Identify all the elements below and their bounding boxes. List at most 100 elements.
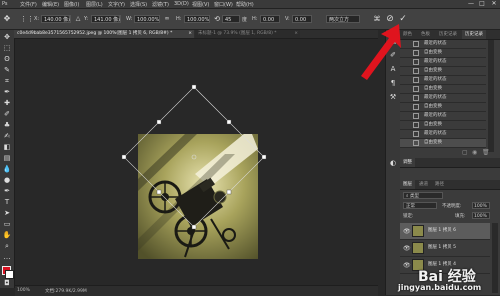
y-input[interactable]: 141.00 像素 [91,15,121,23]
baidu-watermark-url: jingyan.baidu.com [398,283,482,292]
history-item[interactable]: 最近的状态 [400,112,486,121]
menu-view[interactable]: 视图(V) [192,1,209,8]
fill-input[interactable]: 100% [472,212,490,219]
delta-icon[interactable]: △ [73,14,83,24]
eyedropper-tool-icon[interactable]: ✒ [2,87,12,97]
history-state-icon [413,122,419,128]
history-item-current[interactable]: 自由变换 [400,139,486,148]
history-item[interactable]: 自由变换 [400,49,486,58]
maximize-button[interactable]: □ [477,0,487,8]
zoom-level[interactable]: 100% [17,288,30,293]
hskew-input[interactable]: 0.00 [260,15,280,23]
history-item[interactable]: 自由变换 [400,67,486,76]
tab-paths[interactable]: 路径 [432,180,447,189]
canvas-area[interactable] [15,39,378,285]
layer-filter-select[interactable]: ⌕ 类型 [403,192,443,199]
history-item[interactable]: 最近的状态 [400,94,486,103]
tab-channels[interactable]: 通道 [416,180,431,189]
path-select-tool-icon[interactable]: ➤ [2,208,12,218]
visibility-eye-icon[interactable]: 👁 [403,245,411,252]
tab-adjustments[interactable]: 调整 [400,158,415,167]
menu-filter[interactable]: 滤镜(T) [152,1,169,8]
angle-input[interactable]: 45 [222,15,240,23]
menu-type[interactable]: 文字(Y) [108,1,125,8]
new-document-icon[interactable]: ▢ [462,150,468,156]
tab-layers[interactable]: 图层 [400,180,415,189]
shape-tool-icon[interactable]: ▭ [2,219,12,229]
visibility-eye-icon[interactable]: 👁 [403,262,411,269]
width-input[interactable]: 100.00% [134,15,160,23]
layers-panel-tabs: 图层 通道 路径 [400,180,500,190]
history-item[interactable]: 自由变换 [400,85,486,94]
tab-close-icon[interactable]: × [294,30,298,38]
height-input[interactable]: 100.00% [184,15,210,23]
menu-3d[interactable]: 3D(D) [174,1,189,7]
history-state-icon [413,50,419,56]
menu-window[interactable]: 窗口(W) [214,1,233,8]
visibility-eye-icon[interactable]: 👁 [403,228,411,235]
lasso-tool-icon[interactable]: ʘ [2,54,12,64]
close-window-button[interactable]: ✕ [489,0,499,8]
fill-label: 填充: [455,214,466,219]
gradient-tool-icon[interactable]: ▤ [2,153,12,163]
vskew-input[interactable]: 0.00 [292,15,312,23]
layer-thumbnail [412,242,424,254]
blend-mode-select[interactable]: 正常 [403,202,437,209]
history-brush-tool-icon[interactable]: ✍ [2,131,12,141]
delete-state-icon[interactable]: 🗑 [482,150,490,156]
menu-file[interactable]: 文件(F) [20,1,37,8]
blur-tool-icon[interactable]: 💧 [2,164,12,174]
document-canvas[interactable] [15,39,378,285]
history-item[interactable]: 最近的状态 [400,76,486,85]
dodge-tool-icon[interactable]: ● [2,175,12,185]
menu-help[interactable]: 帮助(H) [236,1,254,8]
adjustments-panel-icon[interactable]: ◐ [388,158,398,168]
type-tool-icon[interactable]: T [2,197,12,207]
reference-point-icon[interactable]: ⋮⋮ [20,14,34,24]
quick-mask-icon[interactable]: ◘ [2,278,12,288]
tab-history-records[interactable]: 历史记录 [436,30,460,39]
move-tool-icon[interactable]: ✥ [2,32,12,42]
tool-presets-icon[interactable]: ⚒ [388,92,398,102]
quick-select-tool-icon[interactable]: ✎ [2,65,12,75]
history-item[interactable]: 自由变换 [400,103,486,112]
layer-row[interactable]: 👁 图层 1 拷贝 5 [400,240,490,257]
opacity-input[interactable]: 100% [472,202,490,209]
history-item[interactable]: 最近的状态 [400,130,486,139]
pen-tool-icon[interactable]: ✒ [2,186,12,196]
ps-logo[interactable]: Ps [2,1,8,7]
zoom-tool-icon[interactable]: ⌕ [2,241,12,251]
menu-edit[interactable]: 编辑(E) [42,1,59,8]
move-tool-preset-icon[interactable]: ✥ [2,14,12,24]
tab-history[interactable]: 历史记录 [462,30,486,39]
right-panel: 颜色 色板 历史记录 历史记录 最近的状态 自由变换 最近的状态 自由变换 最近… [400,30,500,295]
history-list: 最近的状态 自由变换 最近的状态 自由变换 最近的状态 自由变换 最近的状态 自… [400,40,500,154]
menu-image[interactable]: 图像(I) [64,1,79,8]
tab-swatches[interactable]: 色板 [418,30,433,39]
brush-tool-icon[interactable]: ✐ [2,109,12,119]
marquee-tool-icon[interactable]: ⬚ [2,43,12,53]
hand-tool-icon[interactable]: ✋ [2,230,12,240]
tab-active-document[interactable]: c0e4d9bab8e3571565752952.jpeg @ 100%(图层 … [14,30,194,38]
layer-row-selected[interactable]: 👁 图层 1 拷贝 6 [400,223,490,240]
x-input[interactable]: 140.00 像素 [41,15,71,23]
eraser-tool-icon[interactable]: ◧ [2,142,12,152]
history-item[interactable]: 自由变换 [400,121,486,130]
crop-tool-icon[interactable]: ⌗ [2,76,12,86]
rotate-icon: ⟲ [214,15,220,23]
layers-scrollbar[interactable] [492,223,498,293]
history-item[interactable]: 最近的状态 [400,58,486,67]
more-tools-icon[interactable]: … [2,252,12,262]
snapshot-icon[interactable]: ◉ [472,150,477,156]
history-scrollbar[interactable] [488,40,494,152]
tab-close-icon[interactable]: × [188,30,192,38]
menu-layer[interactable]: 图层(L) [86,1,103,8]
history-item[interactable]: 最近的状态 [400,40,486,49]
stamp-tool-icon[interactable]: ♣ [2,120,12,130]
healing-tool-icon[interactable]: ✚ [2,98,12,108]
link-icon[interactable]: ∞ [162,14,172,24]
history-state-icon [413,59,419,65]
menu-select[interactable]: 选择(S) [130,1,147,8]
tab-untitled-document[interactable]: 未标题-1 @ 73.9% (图层 1, RGB/8) * × [195,30,300,38]
minimize-button[interactable]: — [466,0,476,8]
